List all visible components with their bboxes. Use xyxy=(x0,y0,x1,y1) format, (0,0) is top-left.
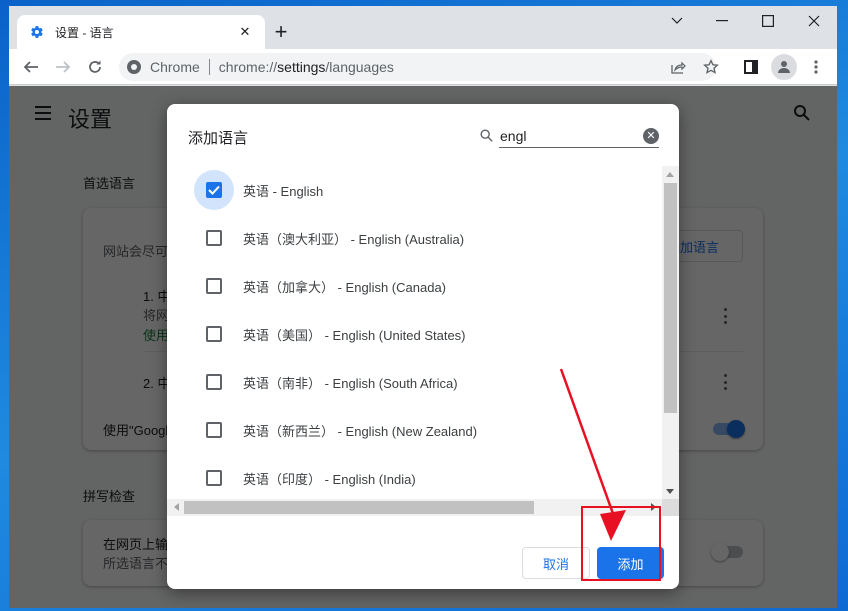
profile-avatar[interactable] xyxy=(771,54,797,80)
url-text: chrome://settings/languages xyxy=(219,59,394,75)
checkmark-icon xyxy=(208,185,220,195)
scroll-up-arrow-icon[interactable] xyxy=(666,172,674,177)
scrollbar-thumb[interactable] xyxy=(664,183,677,413)
add-button[interactable]: 添加 xyxy=(597,547,664,579)
browser-window: 设置 - 语言 ✕ + Chrome chrome://settings/lan… xyxy=(9,6,837,608)
maximize-icon[interactable] xyxy=(745,6,791,36)
language-option[interactable]: 英语（南非） - English (South Africa) xyxy=(167,358,663,406)
gear-icon xyxy=(29,24,45,40)
add-languages-dialog: 添加语言 ✕ 英语 - English 英语（澳大利亚） - English (A… xyxy=(167,104,679,589)
bookmark-star-icon[interactable] xyxy=(699,55,723,79)
checkbox[interactable] xyxy=(206,326,222,342)
language-option[interactable]: 英语（新西兰） - English (New Zealand) xyxy=(167,406,663,454)
address-bar[interactable]: Chrome chrome://settings/languages xyxy=(119,53,716,81)
tab-settings-languages[interactable]: 设置 - 语言 ✕ xyxy=(17,15,265,49)
new-tab-button[interactable]: + xyxy=(269,20,293,44)
profile-icon xyxy=(778,61,790,73)
checkbox-container[interactable] xyxy=(194,266,234,306)
url-path: /languages xyxy=(325,59,394,75)
horizontal-scrollbar[interactable] xyxy=(167,499,679,516)
language-option[interactable]: 英语（印度） - English (India) xyxy=(167,454,663,502)
language-option-label: 英语 - English xyxy=(243,183,324,199)
checkbox-container[interactable] xyxy=(194,170,234,210)
scroll-left-arrow-icon[interactable] xyxy=(174,503,179,511)
forward-arrow-icon[interactable] xyxy=(51,55,75,79)
browser-toolbar: Chrome chrome://settings/languages xyxy=(9,49,837,85)
language-search-input[interactable] xyxy=(499,124,659,148)
checkbox-container[interactable] xyxy=(194,362,234,402)
search-icon xyxy=(480,129,494,143)
language-list: 英语 - English 英语（澳大利亚） - English (Australi… xyxy=(167,166,679,516)
language-option[interactable]: 英语（加拿大） - English (Canada) xyxy=(167,262,663,310)
reload-icon[interactable] xyxy=(83,55,107,79)
checkbox[interactable] xyxy=(206,230,222,246)
minimize-icon[interactable] xyxy=(699,6,745,36)
vertical-scrollbar[interactable] xyxy=(662,166,679,499)
checkbox[interactable] xyxy=(206,374,222,390)
language-option-label: 英语（加拿大） - English (Canada) xyxy=(243,279,446,295)
site-label: Chrome xyxy=(150,59,200,75)
omnibox-divider xyxy=(208,59,210,75)
scrollbar-corner xyxy=(662,499,679,516)
language-option-label: 英语（澳大利亚） - English (Australia) xyxy=(243,231,465,247)
checkbox-container[interactable] xyxy=(194,314,234,354)
close-icon[interactable]: ✕ xyxy=(237,24,253,40)
url-prefix: chrome:// xyxy=(218,59,278,75)
checkbox-container[interactable] xyxy=(194,458,234,498)
cancel-button[interactable]: 取消 xyxy=(522,547,590,579)
scrollbar-thumb[interactable] xyxy=(184,501,534,514)
share-icon[interactable] xyxy=(666,55,690,79)
language-option-label: 英语（南非） - English (South Africa) xyxy=(243,375,458,391)
checkbox-container[interactable] xyxy=(194,218,234,258)
language-option[interactable]: 英语 - English xyxy=(167,166,663,214)
more-menu-icon[interactable] xyxy=(804,55,828,79)
checkbox-container[interactable] xyxy=(194,410,234,450)
scroll-down-arrow-icon[interactable] xyxy=(666,489,674,494)
scroll-right-arrow-icon[interactable] xyxy=(651,503,656,511)
tab-strip: 设置 - 语言 ✕ + xyxy=(9,6,837,49)
checkbox[interactable] xyxy=(206,422,222,438)
close-icon[interactable] xyxy=(791,6,837,36)
language-option[interactable]: 英语（澳大利亚） - English (Australia) xyxy=(167,214,663,262)
side-panel-icon[interactable] xyxy=(739,55,763,79)
language-option[interactable]: 英语（美国） - English (United States) xyxy=(167,310,663,358)
dialog-title: 添加语言 xyxy=(188,130,249,147)
language-option-label: 英语（美国） - English (United States) xyxy=(243,327,466,343)
checkbox-checked[interactable] xyxy=(206,182,222,198)
clear-search-icon[interactable]: ✕ xyxy=(643,128,659,144)
back-arrow-icon[interactable] xyxy=(19,55,43,79)
checkbox[interactable] xyxy=(206,470,222,486)
url-host: settings xyxy=(277,59,326,75)
chevron-down-icon[interactable] xyxy=(654,6,700,36)
language-option-label: 英语（印度） - English (India) xyxy=(243,471,416,487)
checkbox[interactable] xyxy=(206,278,222,294)
language-option-label: 英语（新西兰） - English (New Zealand) xyxy=(243,423,478,439)
chrome-logo-icon xyxy=(127,60,141,74)
tab-title: 设置 - 语言 xyxy=(55,25,114,40)
